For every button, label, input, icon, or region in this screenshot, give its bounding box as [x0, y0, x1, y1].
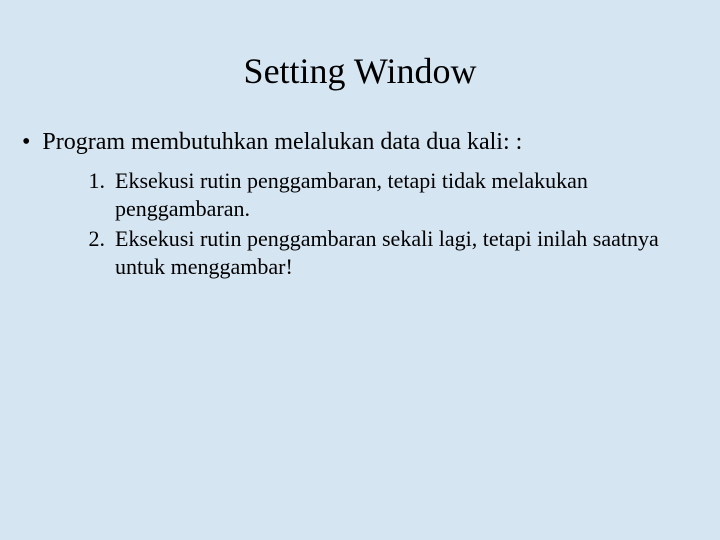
list-item: 1. Eksekusi rutin penggambaran, tetapi t…: [75, 167, 700, 223]
numbered-list: 1. Eksekusi rutin penggambaran, tetapi t…: [75, 167, 700, 281]
slide-container: Setting Window • Program membutuhkan mel…: [0, 0, 720, 540]
numbered-marker: 1.: [75, 167, 105, 195]
bullet-item: • Program membutuhkan melalukan data dua…: [20, 127, 700, 157]
numbered-text: Eksekusi rutin penggambaran sekali lagi,…: [115, 225, 675, 281]
bullet-marker: •: [22, 127, 30, 157]
numbered-text: Eksekusi rutin penggambaran, tetapi tida…: [115, 167, 675, 223]
numbered-marker: 2.: [75, 225, 105, 253]
list-item: 2. Eksekusi rutin penggambaran sekali la…: [75, 225, 700, 281]
slide-title: Setting Window: [20, 50, 700, 92]
bullet-text: Program membutuhkan melalukan data dua k…: [42, 127, 522, 157]
